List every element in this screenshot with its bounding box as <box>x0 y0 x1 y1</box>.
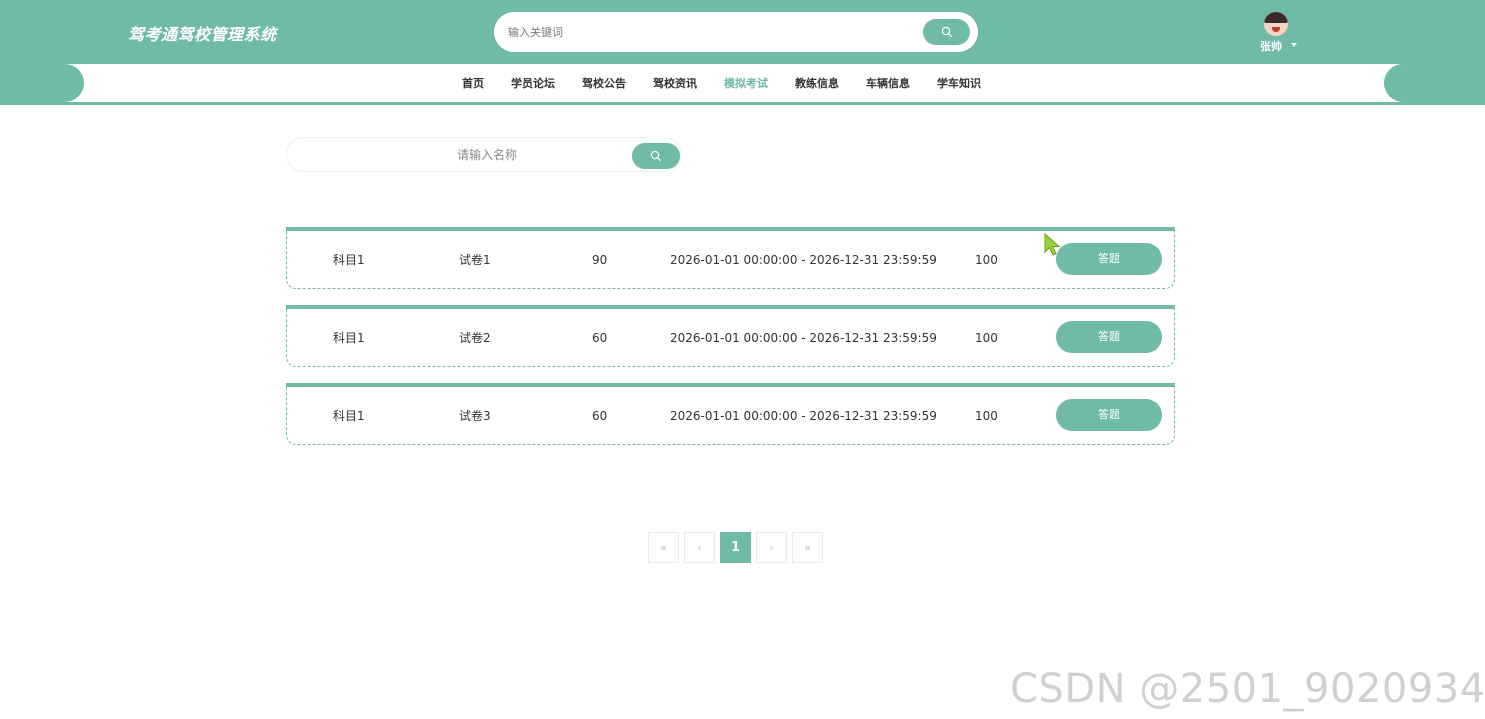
answer-button[interactable]: 答题 <box>1056 399 1162 431</box>
nav-decoration-left <box>0 64 84 102</box>
caret-down-icon[interactable] <box>1291 43 1297 47</box>
site-title: 驾考通驾校管理系统 <box>128 25 277 44</box>
watermark: CSDN @2501_90209342 <box>1010 666 1485 712</box>
search-icon <box>941 26 952 38</box>
nav-item-news[interactable]: 驾校资讯 <box>653 75 697 91</box>
exam-paper-name: 试卷2 <box>459 331 491 345</box>
nav-item-knowledge[interactable]: 学车知识 <box>937 75 981 91</box>
exam-subject: 科目1 <box>333 409 365 423</box>
main-nav: 首页 学员论坛 驾校公告 驾校资讯 模拟考试 教练信息 车辆信息 学车知识 <box>0 64 1485 102</box>
nav-items: 首页 学员论坛 驾校公告 驾校资讯 模拟考试 教练信息 车辆信息 学车知识 <box>462 64 1008 102</box>
avatar[interactable] <box>1264 12 1288 36</box>
exam-row: 科目1 试卷2 60 2026-01-01 00:00:00 - 2026-12… <box>286 305 1175 367</box>
name-search-input[interactable] <box>347 146 627 164</box>
exam-list: 科目1 试卷1 90 2026-01-01 00:00:00 - 2026-12… <box>286 227 1175 461</box>
page-current-button[interactable]: 1 <box>720 532 751 563</box>
exam-total-score: 100 <box>975 331 998 345</box>
pagination: « ‹ 1 › » <box>648 532 828 563</box>
exam-row: 科目1 试卷3 60 2026-01-01 00:00:00 - 2026-12… <box>286 383 1175 445</box>
mouse-cursor-icon <box>1044 232 1061 256</box>
exam-period: 2026-01-01 00:00:00 - 2026-12-31 23:59:5… <box>670 331 937 345</box>
answer-button[interactable]: 答题 <box>1056 321 1162 353</box>
nav-item-vehicles[interactable]: 车辆信息 <box>866 75 910 91</box>
exam-row: 科目1 试卷1 90 2026-01-01 00:00:00 - 2026-12… <box>286 227 1175 289</box>
nav-item-announcements[interactable]: 驾校公告 <box>582 75 626 91</box>
page-next-button[interactable]: › <box>756 532 787 563</box>
answer-button[interactable]: 答题 <box>1056 243 1162 275</box>
nav-divider <box>0 102 1485 105</box>
name-search-box <box>286 137 682 172</box>
search-icon <box>650 150 662 162</box>
nav-item-home[interactable]: 首页 <box>462 75 484 91</box>
page-last-button[interactable]: » <box>792 532 823 563</box>
exam-period: 2026-01-01 00:00:00 - 2026-12-31 23:59:5… <box>670 253 937 267</box>
exam-duration: 90 <box>592 253 608 267</box>
global-search-box <box>494 12 978 52</box>
exam-paper-name: 试卷1 <box>459 253 491 267</box>
exam-paper-name: 试卷3 <box>459 409 491 423</box>
user-name[interactable]: 张帅 <box>1260 38 1282 54</box>
exam-duration: 60 <box>592 331 608 345</box>
global-search-button[interactable] <box>923 19 970 45</box>
nav-item-mock-exam[interactable]: 模拟考试 <box>724 75 768 91</box>
nav-item-forum[interactable]: 学员论坛 <box>511 75 555 91</box>
exam-total-score: 100 <box>975 409 998 423</box>
global-search-input[interactable] <box>508 22 908 42</box>
exam-subject: 科目1 <box>333 331 365 345</box>
nav-decoration-right <box>1384 64 1485 102</box>
nav-item-coaches[interactable]: 教练信息 <box>795 75 839 91</box>
name-search-button[interactable] <box>632 143 680 169</box>
exam-period: 2026-01-01 00:00:00 - 2026-12-31 23:59:5… <box>670 409 937 423</box>
exam-subject: 科目1 <box>333 253 365 267</box>
page-first-button[interactable]: « <box>648 532 679 563</box>
user-menu[interactable]: 张帅 <box>1258 12 1298 56</box>
exam-duration: 60 <box>592 409 608 423</box>
page-prev-button[interactable]: ‹ <box>684 532 715 563</box>
exam-total-score: 100 <box>975 253 998 267</box>
